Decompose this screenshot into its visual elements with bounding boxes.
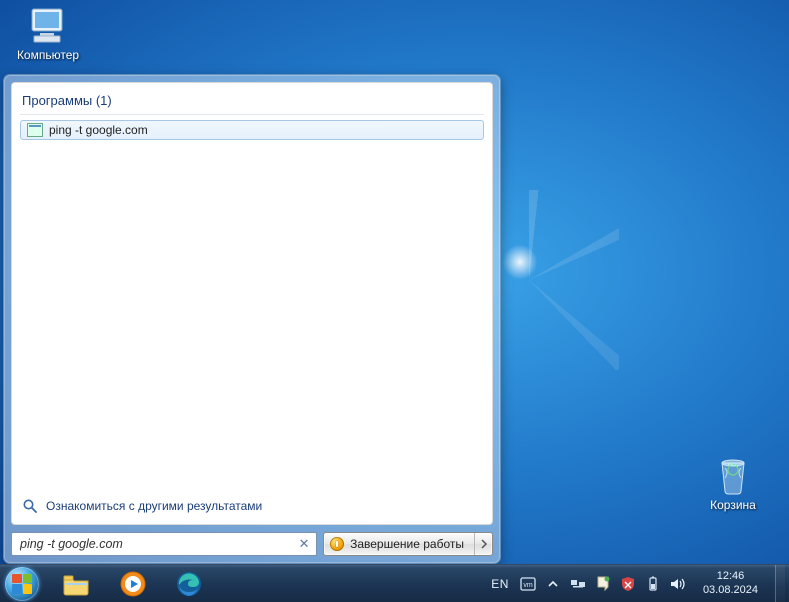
- recycle-bin-icon: [709, 456, 757, 496]
- start-menu-panel: Программы (1) ping -t google.com Ознаком…: [3, 74, 501, 564]
- taskbar-pin-media-player[interactable]: [106, 567, 160, 601]
- media-player-icon: [119, 570, 147, 598]
- start-search-box[interactable]: ✕: [11, 532, 317, 556]
- clock-date: 03.08.2024: [703, 584, 758, 598]
- shutdown-options-arrow[interactable]: [474, 533, 492, 555]
- tray-network-icon[interactable]: [570, 576, 586, 592]
- taskbar-pin-edge[interactable]: [162, 567, 216, 601]
- search-result-label: ping -t google.com: [49, 123, 148, 137]
- tray-action-center-icon[interactable]: [595, 576, 611, 592]
- clear-search-icon[interactable]: ✕: [296, 536, 312, 552]
- power-icon: [330, 537, 344, 551]
- desktop-icon-label: Корзина: [695, 498, 771, 512]
- tray-volume-icon[interactable]: [670, 576, 686, 592]
- tray-security-icon[interactable]: [620, 576, 636, 592]
- tray-vm-icon[interactable]: vm: [520, 576, 536, 592]
- search-results-box: Программы (1) ping -t google.com Ознаком…: [11, 82, 493, 525]
- folder-icon: [62, 572, 92, 596]
- desktop-icon-recycle-bin[interactable]: Корзина: [695, 456, 771, 512]
- system-tray: EN vm 12:46 03.08.2024: [489, 565, 789, 602]
- see-more-results-link[interactable]: Ознакомиться с другими результатами: [20, 490, 484, 516]
- tray-power-icon[interactable]: [645, 576, 661, 592]
- search-result-item[interactable]: ping -t google.com: [20, 120, 484, 140]
- results-header: Программы (1): [20, 89, 484, 115]
- search-icon: [22, 498, 38, 514]
- desktop-icon-computer[interactable]: Компьютер: [10, 6, 86, 62]
- tray-chevron-up-icon[interactable]: [545, 576, 561, 592]
- edge-icon: [175, 570, 203, 598]
- program-icon: [27, 123, 43, 137]
- computer-icon: [24, 6, 72, 46]
- taskbar: EN vm 12:46 03.08.2024: [0, 564, 789, 602]
- desktop-icon-label: Компьютер: [10, 48, 86, 62]
- show-desktop-button[interactable]: [775, 565, 785, 602]
- see-more-label: Ознакомиться с другими результатами: [46, 499, 262, 513]
- taskbar-clock[interactable]: 12:46 03.08.2024: [695, 570, 766, 598]
- search-input[interactable]: [20, 537, 296, 551]
- windows-logo-icon: [5, 567, 39, 601]
- start-button[interactable]: [0, 565, 44, 602]
- shutdown-label: Завершение работы: [350, 537, 464, 551]
- language-indicator[interactable]: EN: [489, 577, 511, 591]
- taskbar-pin-explorer[interactable]: [50, 567, 104, 601]
- clock-time: 12:46: [703, 570, 758, 584]
- shutdown-button[interactable]: Завершение работы: [323, 532, 493, 556]
- svg-text:vm: vm: [523, 582, 533, 589]
